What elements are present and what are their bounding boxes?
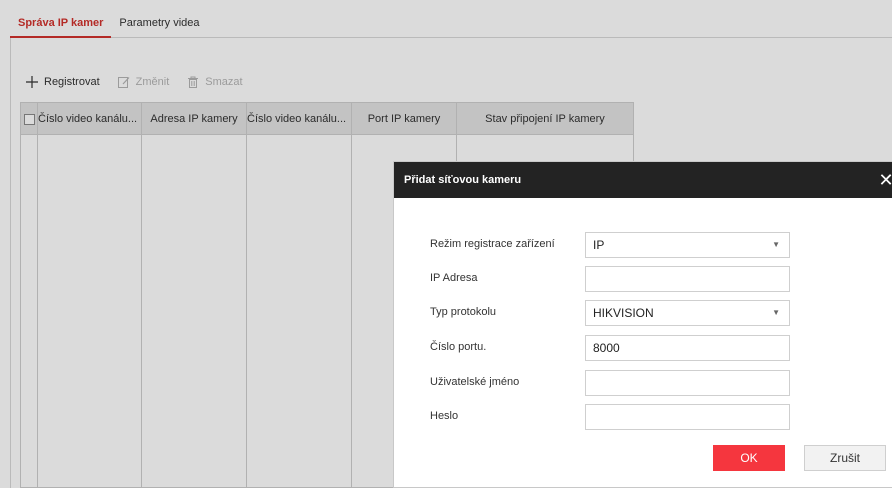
cancel-button[interactable]: Zrušit (804, 445, 886, 471)
password-row: Heslo (430, 404, 830, 430)
ip-address-row: IP Adresa (430, 266, 830, 292)
ip-address-label: IP Adresa (430, 272, 478, 284)
username-label: Uživatelské jméno (430, 376, 520, 388)
caret-down-icon: ▼ (772, 308, 780, 317)
registration-mode-label: Režim registrace zařízení (430, 238, 555, 250)
password-input[interactable] (585, 404, 790, 430)
registration-mode-select[interactable]: IP ▼ (585, 232, 790, 258)
dialog-title: Přidat síťovou kameru (404, 174, 522, 186)
password-label: Heslo (430, 410, 459, 422)
port-number-row: Číslo portu. 8000 (430, 335, 830, 361)
protocol-type-select[interactable]: HIKVISION ▼ (585, 300, 790, 326)
ok-button[interactable]: OK (713, 445, 785, 471)
add-network-camera-dialog: Přidat síťovou kameru ✕ Režim registrace… (393, 161, 892, 488)
registration-mode-row: Režim registrace zařízení IP ▼ (430, 232, 830, 258)
caret-down-icon: ▼ (772, 240, 780, 249)
ip-address-input[interactable] (585, 266, 790, 292)
protocol-type-label: Typ protokolu (430, 306, 497, 318)
close-icon[interactable]: ✕ (876, 162, 892, 198)
port-number-label: Číslo portu. (430, 341, 487, 353)
port-number-input[interactable]: 8000 (585, 335, 790, 361)
protocol-type-value: HIKVISION (593, 306, 654, 320)
username-row: Uživatelské jméno (430, 370, 830, 396)
username-input[interactable] (585, 370, 790, 396)
dialog-header: Přidat síťovou kameru ✕ (394, 162, 892, 198)
registration-mode-value: IP (593, 238, 605, 252)
protocol-type-row: Typ protokolu HIKVISION ▼ (430, 300, 830, 326)
